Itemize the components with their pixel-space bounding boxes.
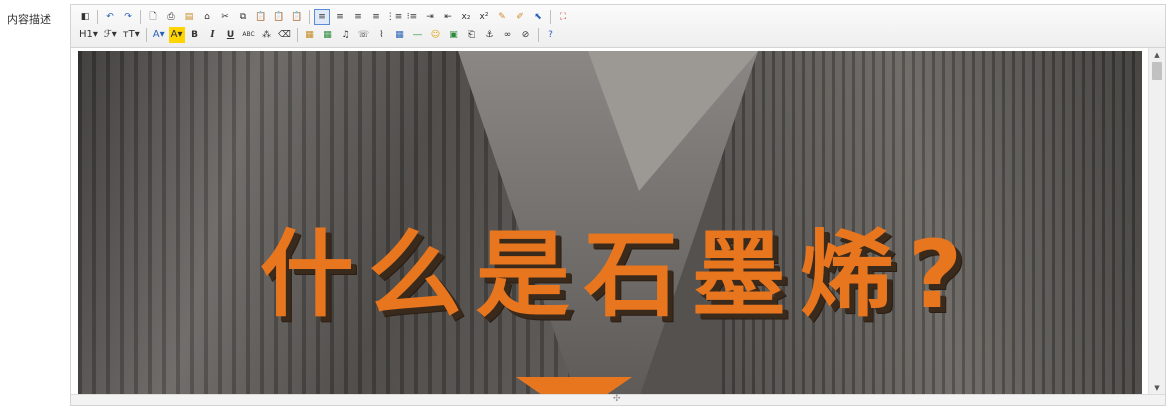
clear-format-icon[interactable]: ✎ <box>494 9 510 25</box>
insert-hr-icon[interactable]: ― <box>410 27 426 43</box>
undo-icon[interactable]: ↶ <box>102 9 118 25</box>
cut-icon[interactable]: ✂ <box>217 9 233 25</box>
insert-audio-icon[interactable]: ☏ <box>356 27 372 43</box>
preview-icon[interactable]: 🗋 <box>145 9 161 25</box>
help-icon[interactable]: ? <box>543 27 559 43</box>
toolbar-row-1: ◧ ↶ ↷ 🗋 ⎙ ▤ ⌂ ✂ ⧉ 📋 📋 📋 ≡ ≡ ≡ ≡ ⋮≡ ⁝≡ ⇥ ⇤ x₂ x² ✎ ✐ ⬉ ⛶ <box>77 8 573 26</box>
subscript-icon[interactable]: x₂ <box>458 9 474 25</box>
link-icon[interactable]: ∞ <box>500 27 516 43</box>
scroll-thumb[interactable] <box>1152 62 1162 80</box>
outdent-icon[interactable]: ⇤ <box>440 9 456 25</box>
superscript-icon[interactable]: x² <box>476 9 492 25</box>
toolbar-separator <box>309 10 310 24</box>
strikethrough-icon[interactable]: ABC <box>241 27 257 43</box>
insert-table-icon[interactable]: ▦ <box>392 27 408 43</box>
underline-icon[interactable]: U <box>223 27 239 43</box>
emoticon-icon[interactable]: ☺ <box>428 27 444 43</box>
content-image-banner[interactable]: 什么是石墨烯? <box>78 51 1142 395</box>
resize-handle-icon[interactable]: ✣ <box>613 395 621 404</box>
toolbar-separator <box>537 28 539 42</box>
toolbar-separator <box>296 28 298 42</box>
unlink-icon[interactable]: ⊘ <box>518 27 534 43</box>
eraser-icon[interactable]: ⌫ <box>277 27 293 43</box>
italic-icon[interactable]: I <box>205 27 221 43</box>
highlight-color-dropdown[interactable]: A▾ <box>168 27 185 43</box>
anchor-icon[interactable]: ⚓ <box>482 27 498 43</box>
align-left-icon[interactable]: ≡ <box>314 9 330 25</box>
toolbar-separator <box>550 10 551 24</box>
paste-icon[interactable]: 📋 <box>253 9 269 25</box>
insert-image-icon[interactable]: ▦ <box>302 27 318 43</box>
page-break-icon[interactable]: ⎗ <box>464 27 480 43</box>
quick-format-icon[interactable]: ✐ <box>512 9 528 25</box>
scroll-down-icon[interactable]: ▼ <box>1149 381 1165 395</box>
toolbar-separator <box>140 10 141 24</box>
align-right-icon[interactable]: ≡ <box>350 9 366 25</box>
source-code-icon[interactable]: ◧ <box>77 9 93 25</box>
toolbar-row-2: H1▾ ℱ▾ тT▾ A▾ A▾ B I U ABC ⁂ ⌫ ▦ ▦ ♫ ☏ ⌇ ▦ ― ☺ ▣ ⎗ ⚓ ∞ ⊘? <box>77 26 561 44</box>
rich-text-editor[interactable]: ◧ ↶ ↷ 🗋 ⎙ ▤ ⌂ ✂ ⧉ 📋 📋 📋 ≡ ≡ ≡ ≡ ⋮≡ ⁝≡ ⇥ ⇤ x₂ x² ✎ ✐ ⬉ ⛶ H1▾ ℱ▾ тT▾ A… <box>70 4 1166 406</box>
print-icon[interactable]: ⎙ <box>163 9 179 25</box>
select-all-icon[interactable]: ⬉ <box>530 9 546 25</box>
bold-icon[interactable]: B <box>187 27 203 43</box>
editor-toolbar: ◧ ↶ ↷ 🗋 ⎙ ▤ ⌂ ✂ ⧉ 📋 📋 📋 ≡ ≡ ≡ ≡ ⋮≡ ⁝≡ ⇥ ⇤ x₂ x² ✎ ✐ ⬉ ⛶ H1▾ ℱ▾ тT▾ A… <box>71 5 1165 48</box>
fullscreen-icon[interactable]: ⛶ <box>555 9 571 25</box>
font-family-dropdown[interactable]: ℱ▾ <box>102 27 119 43</box>
editor-resize-bar[interactable]: ✣ <box>71 394 1165 405</box>
redo-icon[interactable]: ↷ <box>120 9 136 25</box>
code-icon[interactable]: ⌂ <box>199 9 215 25</box>
scroll-up-icon[interactable]: ▲ <box>1149 48 1165 62</box>
insert-map-icon[interactable]: ▣ <box>446 27 462 43</box>
insert-media-icon[interactable]: ♫ <box>338 27 354 43</box>
ordered-list-icon[interactable]: ⋮≡ <box>386 9 403 25</box>
toolbar-separator <box>145 28 147 42</box>
editor-content-area[interactable]: 什么是石墨烯? <box>71 48 1148 395</box>
align-center-icon[interactable]: ≡ <box>332 9 348 25</box>
field-label-content-description: 内容描述 <box>7 13 51 26</box>
indent-icon[interactable]: ⇥ <box>422 9 438 25</box>
unordered-list-icon[interactable]: ⁝≡ <box>404 9 420 25</box>
editor-scrollbar[interactable]: ▲ ▼ <box>1148 48 1165 395</box>
paste-text-icon[interactable]: 📋 <box>271 9 287 25</box>
paste-word-icon[interactable]: 📋 <box>289 9 305 25</box>
font-color-dropdown[interactable]: A▾ <box>151 27 167 43</box>
line-height-icon[interactable]: ⁂ <box>259 27 275 43</box>
banner-headline: 什么是石墨烯? <box>259 221 977 330</box>
copy-icon[interactable]: ⧉ <box>235 9 251 25</box>
font-size-dropdown[interactable]: тT▾ <box>121 27 142 43</box>
attachment-icon[interactable]: ⌇ <box>374 27 390 43</box>
align-justify-icon[interactable]: ≡ <box>368 9 384 25</box>
heading-dropdown[interactable]: H1▾ <box>77 27 100 43</box>
toolbar-separator <box>97 10 98 24</box>
template-icon[interactable]: ▤ <box>181 9 197 25</box>
insert-flash-icon[interactable]: ▦ <box>320 27 336 43</box>
